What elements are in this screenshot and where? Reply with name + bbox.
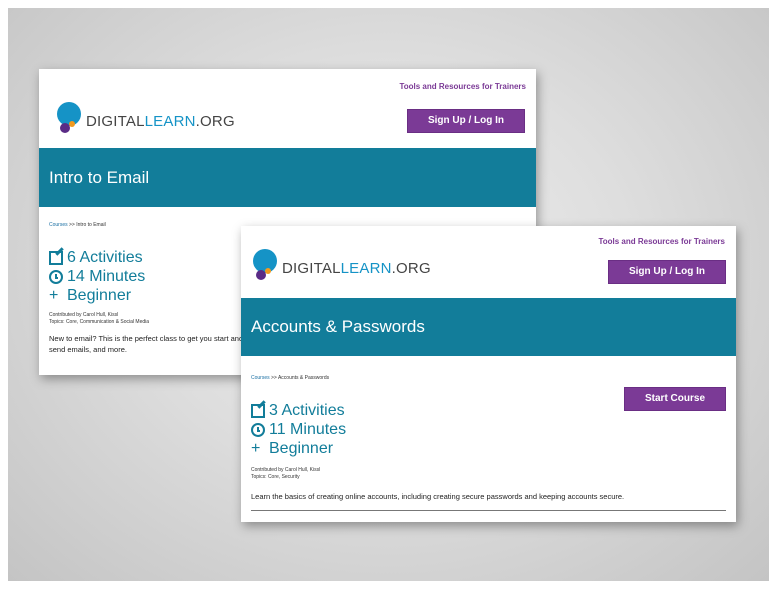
clock-icon xyxy=(251,423,265,437)
digitallearn-logo[interactable]: DIGITALLEARN.ORG xyxy=(57,102,235,136)
digitallearn-logo-icon xyxy=(57,102,83,136)
course-meta: Contributed by Carol Hull, Kissl Topics:… xyxy=(49,312,149,326)
breadcrumb-current: Intro to Email xyxy=(76,222,106,228)
divider xyxy=(251,510,726,511)
trainers-resources-link[interactable]: Tools and Resources for Trainers xyxy=(598,237,725,246)
logo-text: DIGITALLEARN.ORG xyxy=(86,113,235,130)
plus-icon: + xyxy=(49,287,59,304)
breadcrumb-courses-link[interactable]: Courses xyxy=(49,222,68,228)
edit-icon xyxy=(251,404,265,418)
skill-level: + Beginner xyxy=(49,287,132,304)
clock-icon xyxy=(49,270,63,284)
topics: Topics: Core, Security xyxy=(251,474,300,480)
skill-level: + Beginner xyxy=(251,440,334,457)
course-title-banner: Intro to Email xyxy=(39,148,536,207)
contributors: Contributed by Carol Hull, Kissl xyxy=(251,467,321,473)
start-course-button[interactable]: Start Course xyxy=(624,387,726,411)
duration: 14 Minutes xyxy=(49,268,145,286)
breadcrumb: Courses >> Intro to Email xyxy=(49,222,106,228)
sign-up-login-button[interactable]: Sign Up / Log In xyxy=(407,109,525,133)
activities-count: 6 Activities xyxy=(49,249,143,267)
course-page-accounts-passwords: Tools and Resources for Trainers DIGITAL… xyxy=(241,226,736,522)
contributors: Contributed by Carol Hull, Kissl xyxy=(49,312,119,318)
course-title: Accounts & Passwords xyxy=(251,317,425,336)
slide-stage: Tools and Resources for Trainers DIGITAL… xyxy=(8,8,769,581)
logo-text: DIGITALLEARN.ORG xyxy=(282,260,431,277)
digitallearn-logo[interactable]: DIGITALLEARN.ORG xyxy=(253,249,431,283)
breadcrumb-courses-link[interactable]: Courses xyxy=(251,375,270,381)
activities-count: 3 Activities xyxy=(251,402,345,420)
digitallearn-logo-icon xyxy=(253,249,279,283)
plus-icon: + xyxy=(251,440,261,457)
course-title-banner: Accounts & Passwords xyxy=(241,298,736,356)
course-meta: Contributed by Carol Hull, Kissl Topics:… xyxy=(251,467,320,481)
course-description: Learn the basics of creating online acco… xyxy=(251,492,625,501)
trainers-resources-link[interactable]: Tools and Resources for Trainers xyxy=(399,82,526,91)
edit-icon xyxy=(49,251,63,265)
breadcrumb-current: Accounts & Passwords xyxy=(277,375,330,381)
course-title: Intro to Email xyxy=(49,167,150,187)
sign-up-login-button[interactable]: Sign Up / Log In xyxy=(608,260,726,284)
duration: 11 Minutes xyxy=(251,421,346,439)
breadcrumb: Courses >> Accounts & Passwords xyxy=(251,375,330,381)
course-description: New to email? This is the perfect class … xyxy=(49,334,244,354)
topics: Topics: Core, Communication & Social Med… xyxy=(49,319,150,325)
